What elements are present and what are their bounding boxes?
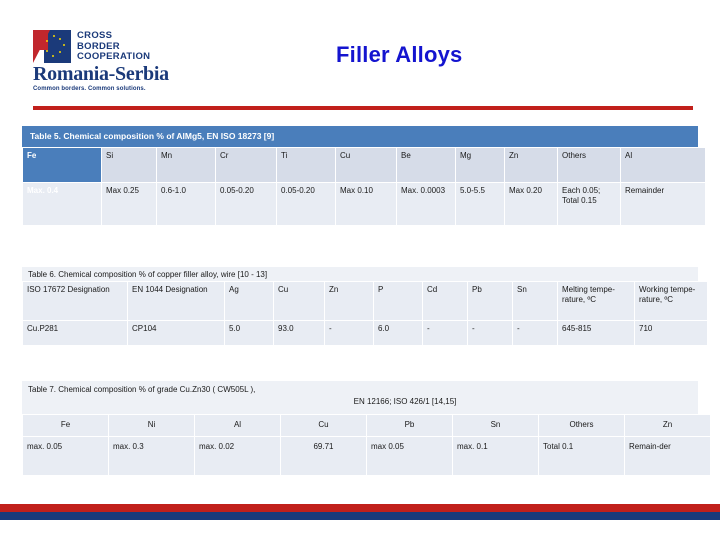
table6-cell: - xyxy=(513,321,557,345)
logo-tagline: Common borders. Common solutions. xyxy=(33,86,146,92)
table5-header-cell[interactable]: Mn xyxy=(157,148,215,182)
table5-header-cell[interactable]: Al xyxy=(621,148,705,182)
table5-cell: Max 0.20 xyxy=(505,183,557,225)
cross-border-cooperation-logo: CROSS BORDER COOPERATION Romania-Serbia … xyxy=(33,30,223,92)
table5-cell: Max. 0.4 xyxy=(23,183,101,225)
table7-header-cell[interactable]: Cu xyxy=(281,415,366,436)
logo-top-row: CROSS BORDER COOPERATION xyxy=(33,30,223,63)
footer-red-bar xyxy=(0,504,720,512)
table5-header-cell[interactable]: Be xyxy=(397,148,455,182)
table6-cell: Cu.P281 xyxy=(23,321,127,345)
eu-romania-flag-icon xyxy=(33,30,71,63)
table5-header-cell[interactable]: Ti xyxy=(277,148,335,182)
logo-country-name: Romania-Serbia xyxy=(33,63,169,85)
table6-row: Cu.P281 CP104 5.0 93.0 - 6.0 - - - 645-8… xyxy=(23,321,707,345)
table7-cell: 69.71 xyxy=(281,437,366,475)
logo-line-1: CROSS xyxy=(77,30,113,41)
table6-header-cell[interactable]: Cd xyxy=(423,282,467,320)
table7-header-cell[interactable]: Ni xyxy=(109,415,194,436)
table6-header-cell[interactable]: Melting tempe-rature, ºC xyxy=(558,282,634,320)
table5-header-cell[interactable]: Mg xyxy=(456,148,504,182)
table6-header-cell[interactable]: Ag xyxy=(225,282,273,320)
table6-cell: 6.0 xyxy=(374,321,422,345)
table7-row: max. 0.05 max. 0.3 max. 0.02 69.71 max 0… xyxy=(23,437,710,475)
table5: Fe Si Mn Cr Ti Cu Be Mg Zn Others Al Max… xyxy=(22,147,706,226)
table6-header-cell[interactable]: Pb xyxy=(468,282,512,320)
table6-header-cell[interactable]: Zn xyxy=(325,282,373,320)
slide: CROSS BORDER COOPERATION Romania-Serbia … xyxy=(0,0,720,540)
table5-cell: Remainder xyxy=(621,183,705,225)
table7-header-cell[interactable]: Fe xyxy=(23,415,108,436)
table7-header-row: Fe Ni Al Cu Pb Sn Others Zn xyxy=(23,415,710,436)
table5-header-cell[interactable]: Others xyxy=(558,148,620,182)
table5-header-cell[interactable]: Si xyxy=(102,148,156,182)
table5-container: Table 5. Chemical composition % of AlMg5… xyxy=(22,126,705,226)
table7: Fe Ni Al Cu Pb Sn Others Zn max. 0.05 ma… xyxy=(22,414,711,476)
page-title: Filler Alloys xyxy=(336,42,463,67)
table7-caption: Table 7. Chemical composition % of grade… xyxy=(22,381,698,414)
logo-line-3: COOPERATION xyxy=(77,51,151,62)
table6: ISO 17672 Designation EN 1044 Designatio… xyxy=(22,281,708,346)
footer-blue-bar xyxy=(0,512,720,520)
table5-caption: Table 5. Chemical composition % of AlMg5… xyxy=(22,126,698,147)
table5-header-row: Fe Si Mn Cr Ti Cu Be Mg Zn Others Al xyxy=(23,148,705,182)
table5-cell: 0.05-0.20 xyxy=(277,183,335,225)
table6-header-cell[interactable]: Working tempe-rature, ºC xyxy=(635,282,707,320)
table6-cell: - xyxy=(423,321,467,345)
table7-cell: max. 0.3 xyxy=(109,437,194,475)
table7-header-cell[interactable]: Al xyxy=(195,415,280,436)
slide-header: CROSS BORDER COOPERATION Romania-Serbia … xyxy=(0,0,720,112)
table5-cell: 0.05-0.20 xyxy=(216,183,276,225)
table6-header-row: ISO 17672 Designation EN 1044 Designatio… xyxy=(23,282,707,320)
table6-cell: CP104 xyxy=(128,321,224,345)
logo-wordmark: CROSS BORDER COOPERATION xyxy=(77,30,150,63)
table5-header-cell[interactable]: Cr xyxy=(216,148,276,182)
table5-cell: Max. 0.0003 xyxy=(397,183,455,225)
table7-cell: max. 0.1 xyxy=(453,437,538,475)
table7-header-cell[interactable]: Sn xyxy=(453,415,538,436)
table6-header-cell[interactable]: P xyxy=(374,282,422,320)
table6-caption: Table 6. Chemical composition % of coppe… xyxy=(22,267,698,281)
table6-cell: 5.0 xyxy=(225,321,273,345)
table5-cell: Max 0.25 xyxy=(102,183,156,225)
table7-cell: Total 0.1 xyxy=(539,437,624,475)
table5-cell: 0.6-1.0 xyxy=(157,183,215,225)
table7-cell: Remain-der xyxy=(625,437,710,475)
table7-container: Table 7. Chemical composition % of grade… xyxy=(22,381,710,476)
table5-cell: 5.0-5.5 xyxy=(456,183,504,225)
table6-header-cell[interactable]: Cu xyxy=(274,282,324,320)
table7-cell: max. 0.05 xyxy=(23,437,108,475)
table6-container: Table 6. Chemical composition % of coppe… xyxy=(22,267,707,346)
table7-cell: max. 0.02 xyxy=(195,437,280,475)
table7-header-cell[interactable]: Others xyxy=(539,415,624,436)
table6-cell: - xyxy=(468,321,512,345)
table7-header-cell[interactable]: Pb xyxy=(367,415,452,436)
table6-cell: 645-815 xyxy=(558,321,634,345)
table7-header-cell[interactable]: Zn xyxy=(625,415,710,436)
table6-header-cell[interactable]: Sn xyxy=(513,282,557,320)
table6-cell: 710 xyxy=(635,321,707,345)
table5-cell: Each 0.05; Total 0.15 xyxy=(558,183,620,225)
table5-row: Max. 0.4 Max 0.25 0.6-1.0 0.05-0.20 0.05… xyxy=(23,183,705,225)
table7-caption-line2: EN 12166; ISO 426/1 [14,15] xyxy=(353,397,457,406)
table6-cell: - xyxy=(325,321,373,345)
header-divider xyxy=(33,106,693,110)
table5-header-cell[interactable]: Cu xyxy=(336,148,396,182)
table6-cell: 93.0 xyxy=(274,321,324,345)
table6-header-cell[interactable]: ISO 17672 Designation xyxy=(23,282,127,320)
table6-header-cell[interactable]: EN 1044 Designation xyxy=(128,282,224,320)
table5-header-cell[interactable]: Fe xyxy=(23,148,101,182)
table5-cell: Max 0.10 xyxy=(336,183,396,225)
table5-header-cell[interactable]: Zn xyxy=(505,148,557,182)
table7-caption-line1: Table 7. Chemical composition % of grade… xyxy=(28,385,256,394)
table7-cell: max 0.05 xyxy=(367,437,452,475)
